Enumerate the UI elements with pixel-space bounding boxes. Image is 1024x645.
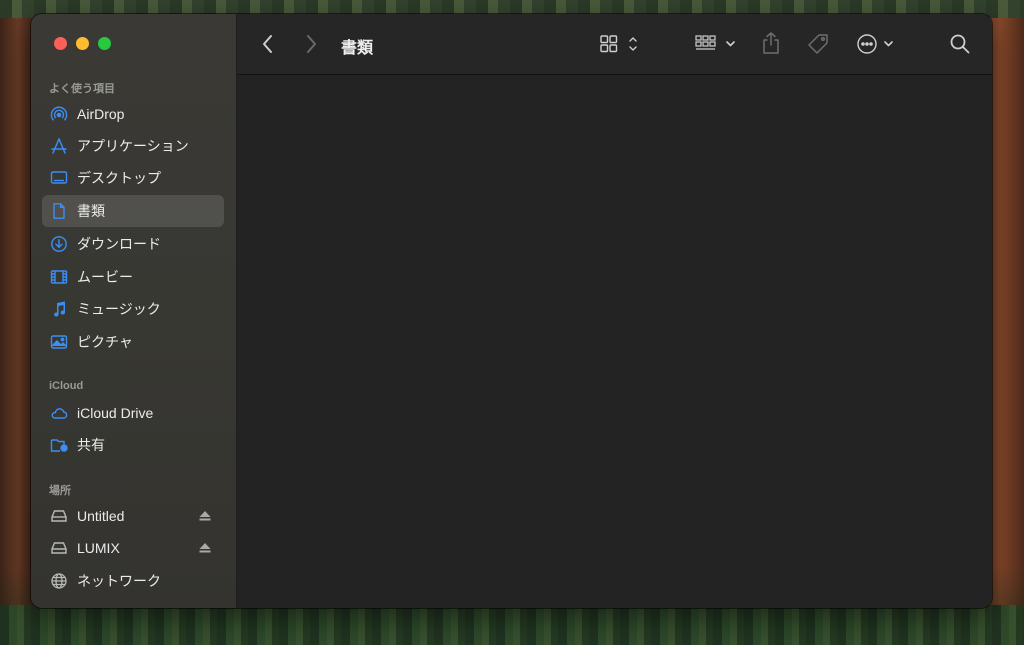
sidebar-item-movies[interactable]: ムービー <box>42 261 224 293</box>
forward-button[interactable] <box>303 33 319 55</box>
sidebar-item-label: LUMIX <box>77 540 120 556</box>
drive-icon <box>50 507 68 525</box>
icloud-icon <box>50 404 68 422</box>
minimize-button[interactable] <box>76 37 89 50</box>
tag-icon <box>808 34 828 54</box>
desktop-icon <box>50 169 68 187</box>
search-icon <box>950 34 970 54</box>
sidebar-item-lumix[interactable]: LUMIX <box>42 532 224 564</box>
chevron-left-icon <box>263 35 272 53</box>
airdrop-icon <box>50 105 68 123</box>
sidebar-item-icloud-drive[interactable]: iCloud Drive <box>42 397 224 429</box>
back-button[interactable] <box>260 33 276 55</box>
sidebar-item-label: AirDrop <box>77 106 125 122</box>
sidebar-item-label: ムービー <box>77 269 133 285</box>
sidebar-item-label: ピクチャ <box>77 334 133 350</box>
sidebar-item-label: アプリケーション <box>77 138 189 154</box>
sidebar-item-applications[interactable]: アプリケーション <box>42 130 224 162</box>
window-controls <box>54 37 111 50</box>
network-icon <box>50 572 68 590</box>
group-grid-icon <box>695 35 735 50</box>
view-mode-button[interactable] <box>600 34 642 54</box>
locations-section-title: 場所 <box>49 485 71 497</box>
main-area: 書類 <box>237 14 992 608</box>
sidebar-item-shared[interactable]: 共有 <box>42 429 224 461</box>
pictures-icon <box>50 333 68 351</box>
sidebar-item-label: ネットワーク <box>77 573 161 589</box>
search-button[interactable] <box>949 33 971 55</box>
sidebar: よく使う項目 AirDrop アプリケーション デスクトップ 書類 ダウンロード… <box>31 14 237 608</box>
sidebar-item-label: ミュージック <box>77 301 161 317</box>
sidebar-item-music[interactable]: ミュージック <box>42 293 224 325</box>
grid-view-icon <box>600 35 637 53</box>
sidebar-item-label: デスクトップ <box>77 170 161 186</box>
file-list-area[interactable] <box>237 75 992 608</box>
sidebar-item-pictures[interactable]: ピクチャ <box>42 326 224 358</box>
eject-icon[interactable] <box>198 541 212 555</box>
action-menu-button[interactable] <box>856 33 898 55</box>
window-title: 書類 <box>341 40 374 57</box>
more-options-icon <box>857 34 893 54</box>
sidebar-item-downloads[interactable]: ダウンロード <box>42 228 224 260</box>
toolbar: 書類 <box>237 14 992 75</box>
sidebar-item-untitled[interactable]: Untitled <box>42 500 224 532</box>
music-icon <box>50 300 68 318</box>
sidebar-item-airdrop[interactable]: AirDrop <box>42 98 224 130</box>
zoom-button[interactable] <box>98 37 111 50</box>
sidebar-item-network[interactable]: ネットワーク <box>42 565 224 597</box>
icloud-section-title: iCloud <box>49 380 84 392</box>
group-by-button[interactable] <box>695 35 739 53</box>
share-icon <box>763 32 779 54</box>
drive-icon <box>50 539 68 557</box>
sidebar-item-label: iCloud Drive <box>77 405 154 421</box>
favorites-section-title: よく使う項目 <box>49 83 115 95</box>
share-button[interactable] <box>761 31 781 55</box>
close-button[interactable] <box>54 37 67 50</box>
tag-button[interactable] <box>806 32 830 56</box>
sidebar-item-desktop[interactable]: デスクトップ <box>42 162 224 194</box>
sidebar-item-label: ダウンロード <box>77 236 161 252</box>
document-icon <box>50 202 68 220</box>
sidebar-item-label: Untitled <box>77 508 125 524</box>
download-icon <box>50 235 68 253</box>
sidebar-item-documents[interactable]: 書類 <box>42 195 224 227</box>
movies-icon <box>50 268 68 286</box>
finder-window: よく使う項目 AirDrop アプリケーション デスクトップ 書類 ダウンロード… <box>31 14 992 608</box>
sidebar-item-label: 共有 <box>77 437 105 453</box>
sidebar-item-label: 書類 <box>77 203 105 219</box>
shared-folder-icon <box>50 436 68 454</box>
applications-icon <box>50 137 68 155</box>
chevron-right-icon <box>307 35 316 53</box>
eject-icon[interactable] <box>198 509 212 523</box>
